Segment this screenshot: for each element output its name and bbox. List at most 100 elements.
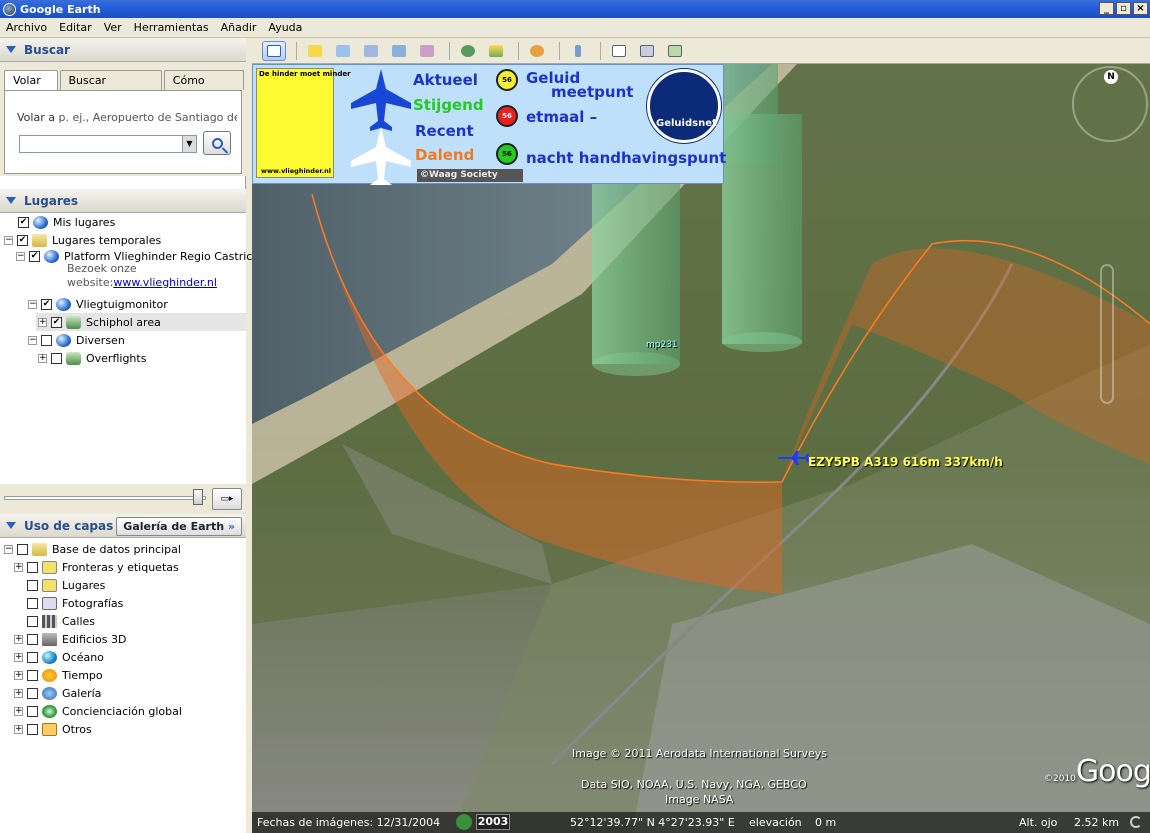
checkbox[interactable]: [27, 651, 38, 663]
collapse-icon[interactable]: −: [4, 235, 13, 245]
collapse-icon[interactable]: −: [28, 299, 37, 309]
tree-item-schiphol-area[interactable]: + ✔ Schiphol area: [36, 313, 246, 331]
tree-item-vliegtuigmonitor[interactable]: − ✔ Vliegtuigmonitor: [28, 295, 168, 313]
zoom-slider[interactable]: [1100, 264, 1114, 404]
email-button[interactable]: [607, 41, 631, 61]
menu-editar[interactable]: Editar: [53, 21, 98, 34]
checkbox[interactable]: [27, 687, 38, 699]
layer-base-datos[interactable]: − Base de datos principal: [4, 540, 181, 558]
maximize-button[interactable]: ▫: [1116, 2, 1131, 15]
checkbox[interactable]: [27, 579, 38, 591]
search-button[interactable]: [203, 131, 231, 155]
record-tour-button[interactable]: [415, 41, 439, 61]
noise-level-red-icon: 56: [496, 105, 518, 127]
checkbox[interactable]: [41, 334, 52, 346]
collapse-triangle-icon: [6, 197, 16, 204]
layer-label: Océano: [62, 650, 104, 664]
historical-imagery-button[interactable]: [456, 41, 480, 61]
layers-panel-header[interactable]: Uso de capas Galería de Earth »: [0, 514, 246, 538]
expand-icon[interactable]: +: [14, 724, 23, 734]
collapse-icon[interactable]: −: [28, 335, 37, 345]
add-overlay-button[interactable]: [387, 41, 411, 61]
menu-ayuda[interactable]: Ayuda: [262, 21, 308, 34]
layer-galeria[interactable]: + Galería: [14, 684, 101, 702]
checkbox[interactable]: [27, 705, 38, 717]
opacity-slider-handle[interactable]: [193, 489, 203, 505]
close-button[interactable]: ×: [1133, 2, 1148, 15]
checkbox[interactable]: [27, 615, 38, 627]
historical-year[interactable]: 2003: [476, 814, 510, 830]
tree-item-platform-vlieghinder[interactable]: − ✔ Platform Vlieghinder Regio Castricum: [16, 247, 270, 265]
expand-icon[interactable]: +: [14, 688, 23, 698]
layer-fotografias[interactable]: Fotografías: [27, 594, 123, 612]
places-panel-header[interactable]: Lugares: [0, 189, 246, 213]
flight-label[interactable]: EZY5PB A319 616m 337km/h: [808, 455, 1003, 469]
chevron-down-icon[interactable]: ▼: [182, 136, 196, 152]
checkbox[interactable]: ✔: [51, 316, 62, 328]
tab-volar-a[interactable]: Volar a: [4, 70, 58, 106]
checkbox[interactable]: [27, 597, 38, 609]
add-placemark-button[interactable]: [303, 41, 327, 61]
checkbox[interactable]: ✔: [41, 298, 52, 310]
checkbox[interactable]: [17, 543, 28, 555]
expand-icon[interactable]: +: [14, 652, 23, 662]
tab-como-llegar[interactable]: Cómo llegar: [163, 70, 244, 106]
toggle-sidebar-button[interactable]: [262, 40, 286, 61]
switch-planet-button[interactable]: [525, 41, 549, 61]
weather-sun-icon: [42, 668, 57, 682]
layer-concienciacion[interactable]: + Concienciación global: [14, 702, 182, 720]
ruler-button[interactable]: [566, 41, 590, 61]
menu-herramientas[interactable]: Herramientas: [128, 21, 215, 34]
collapse-icon[interactable]: −: [4, 544, 13, 554]
tree-item-overflights[interactable]: + Overflights: [38, 349, 146, 367]
expand-icon[interactable]: +: [14, 634, 23, 644]
menu-ver[interactable]: Ver: [98, 21, 128, 34]
layer-fronteras[interactable]: + Fronteras y etiquetas: [14, 558, 179, 576]
layer-lugares[interactable]: Lugares: [27, 576, 105, 594]
checkbox[interactable]: ✔: [18, 216, 29, 228]
minimize-button[interactable]: _: [1099, 2, 1114, 15]
layer-calles[interactable]: Calles: [27, 612, 95, 630]
add-path-button[interactable]: [359, 41, 383, 61]
checkbox[interactable]: [27, 633, 38, 645]
print-button[interactable]: [635, 41, 659, 61]
opacity-slider-track[interactable]: [4, 496, 206, 500]
tab-buscar-negocios[interactable]: Buscar negocios: [59, 70, 162, 106]
measurement-point-label[interactable]: mp231: [646, 340, 678, 350]
compass-north-icon[interactable]: N: [1104, 70, 1118, 84]
historical-clock-icon[interactable]: [456, 814, 472, 830]
earth-gallery-button[interactable]: Galería de Earth »: [116, 517, 242, 536]
google-logo: ©2010Google: [1044, 754, 1150, 789]
earth-3d-view[interactable]: De hinder moet minder www.vlieghinder.nl…: [252, 64, 1150, 833]
menu-archivo[interactable]: Archivo: [0, 21, 53, 34]
collapse-icon[interactable]: −: [16, 251, 25, 261]
menu-anadir[interactable]: Añadir: [215, 21, 263, 34]
checkbox[interactable]: [27, 561, 38, 573]
search-input[interactable]: ▼: [19, 135, 197, 153]
tree-item-diversen[interactable]: − Diversen: [28, 331, 125, 349]
layer-oceano[interactable]: + Océano: [14, 648, 104, 666]
checkbox[interactable]: [27, 669, 38, 681]
add-polygon-button[interactable]: [331, 41, 355, 61]
view-in-maps-button[interactable]: [663, 41, 687, 61]
expand-icon[interactable]: +: [38, 353, 47, 363]
places-folder-button[interactable]: ▭▸: [212, 488, 242, 510]
checkbox[interactable]: ✔: [29, 250, 40, 262]
navigation-compass[interactable]: N: [1072, 66, 1148, 142]
search-panel-header[interactable]: Buscar: [0, 38, 246, 62]
expand-icon[interactable]: +: [14, 562, 23, 572]
expand-icon[interactable]: +: [14, 706, 23, 716]
layer-tiempo[interactable]: + Tiempo: [14, 666, 103, 684]
vlieghinder-link[interactable]: www.vlieghinder.nl: [113, 276, 217, 289]
sunlight-button[interactable]: [484, 41, 508, 61]
expand-icon[interactable]: +: [14, 670, 23, 680]
places-panel-title: Lugares: [24, 193, 79, 208]
checkbox[interactable]: [51, 352, 62, 364]
layer-edificios-3d[interactable]: + Edificios 3D: [14, 630, 126, 648]
checkbox[interactable]: ✔: [17, 234, 28, 246]
checkbox[interactable]: [27, 723, 38, 735]
tree-item-mis-lugares[interactable]: ✔ Mis lugares: [8, 213, 115, 231]
expand-icon[interactable]: +: [38, 317, 47, 327]
layer-label: Concienciación global: [62, 704, 182, 718]
layer-otros[interactable]: + Otros: [14, 720, 92, 738]
